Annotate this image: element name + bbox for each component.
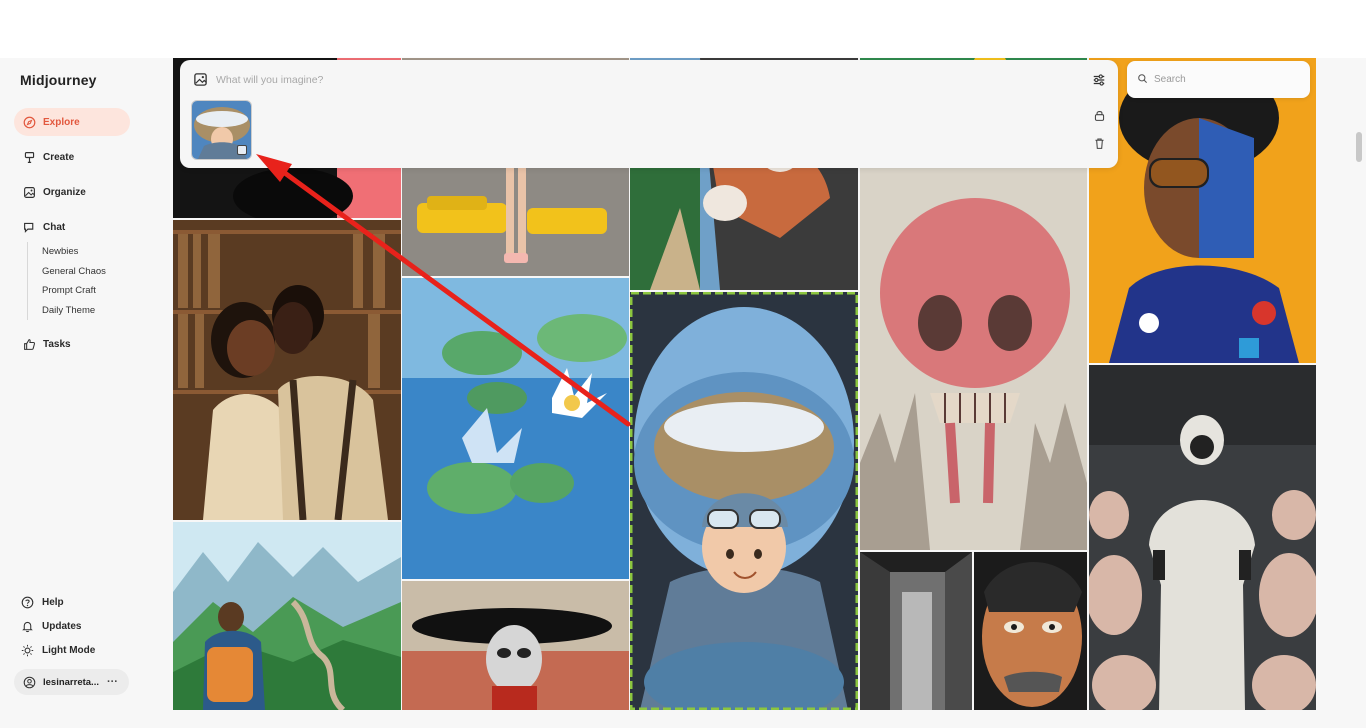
attached-image-thumbnail[interactable] [191,100,252,160]
nav-explore[interactable]: Explore [14,108,130,136]
search-icon [1137,71,1148,89]
prompt-bar [180,60,1118,168]
nav-chat-label: Chat [43,221,66,233]
gallery-tile-cyberpunk-portrait[interactable] [1089,58,1316,363]
chat-channel-list: Newbies General Chaos Prompt Craft Daily… [27,242,106,320]
lock-icon[interactable] [1093,109,1106,122]
nav-tasks-label: Tasks [43,338,71,350]
gallery-tile-pink-skull[interactable] [860,163,1087,550]
nav-light-mode-label: Light Mode [42,644,96,656]
page-scrollbar[interactable] [1352,58,1366,710]
image-reference-badge-icon [237,145,247,155]
gallery-tile-baby-pilot[interactable] [630,292,858,710]
gallery-tile-hazmat-pigs[interactable] [1089,365,1316,710]
nav-help[interactable]: Help [20,592,64,612]
sun-icon [20,643,34,657]
scrollbar-thumb[interactable] [1356,132,1362,162]
compass-icon [22,115,36,129]
nav-tasks[interactable]: Tasks [14,330,130,358]
user-avatar-icon [22,675,36,689]
prompt-input[interactable] [216,70,1076,90]
nav-organize-label: Organize [43,186,86,198]
help-icon [20,595,34,609]
brand-logo[interactable]: Midjourney [20,72,97,88]
channel-newbies[interactable]: Newbies [42,242,106,262]
brush-icon [22,150,36,164]
gallery-tile-bw-alley[interactable] [860,552,972,710]
trash-icon[interactable] [1093,137,1106,150]
nav-light-mode[interactable]: Light Mode [20,640,95,660]
nav-chat[interactable]: Chat [14,213,130,241]
nav-help-label: Help [42,596,64,608]
nav-updates-label: Updates [42,620,82,632]
chat-icon [22,220,36,234]
search-input[interactable] [1154,74,1294,85]
nav-explore-label: Explore [43,116,80,128]
bell-icon [20,619,34,633]
sidebar: Midjourney Explore Create Organize Chat [0,58,172,710]
channel-prompt-craft[interactable]: Prompt Craft [42,281,106,301]
thumbs-up-icon [22,337,36,351]
nav-create-label: Create [43,151,75,163]
image-upload-icon[interactable] [193,72,208,87]
user-name: lesinarreta... [43,676,99,688]
nav-updates[interactable]: Updates [20,616,81,636]
gallery-tile-water-lilies[interactable] [402,278,629,579]
channel-daily-theme[interactable]: Daily Theme [42,301,106,321]
channel-general-chaos[interactable]: General Chaos [42,262,106,282]
search-box[interactable] [1127,61,1310,98]
sliders-icon[interactable] [1092,73,1106,87]
nav-organize[interactable]: Organize [14,178,130,206]
app-window: Midjourney Explore Create Organize Chat [0,58,1366,728]
more-options-icon[interactable]: ··· [107,676,118,688]
user-account-pill[interactable]: lesinarreta... ··· [14,669,129,695]
gallery-tile-couple-library[interactable] [173,220,401,520]
gallery-tile-comic-face[interactable] [974,552,1087,710]
image-icon [22,185,36,199]
gallery-tile-masked-figure[interactable] [402,581,629,710]
gallery-tile-great-wall[interactable] [173,522,401,710]
nav-create[interactable]: Create [14,143,130,171]
